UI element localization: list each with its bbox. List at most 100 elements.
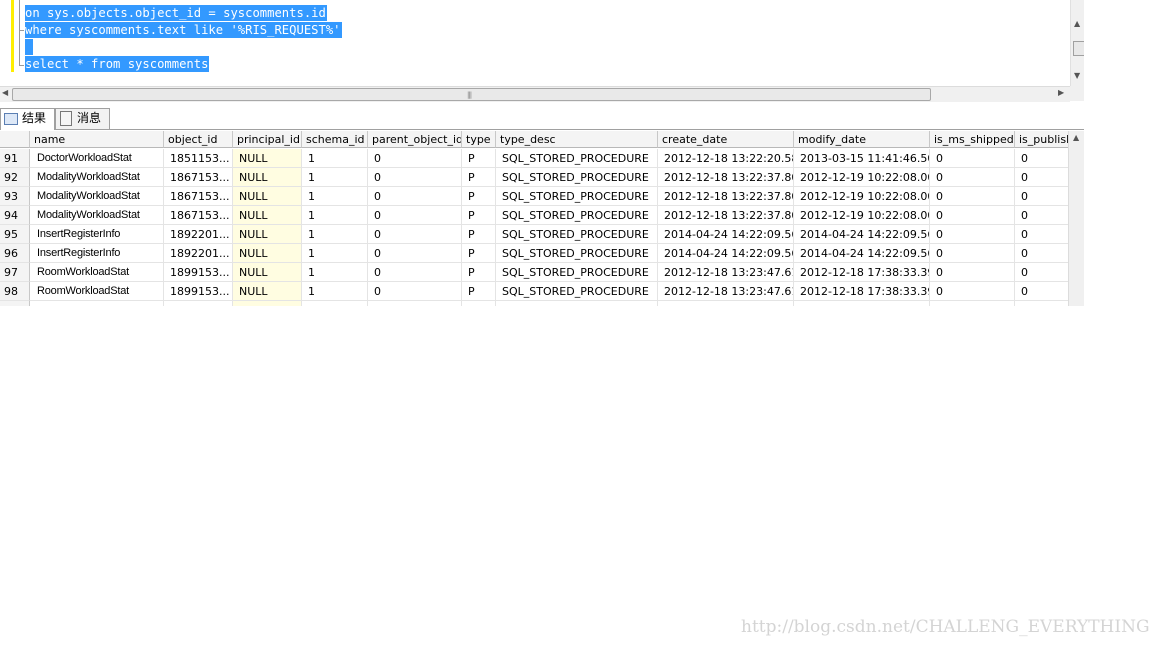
cell-type-desc[interactable]: SQL_STORED_PROCEDURE [496, 263, 658, 282]
cell-create-date[interactable]: 2014-04-24 14:22:09.560 [658, 244, 794, 263]
cell-create-date[interactable]: 2012-12-18 13:22:20.583 [658, 149, 794, 168]
scroll-down-arrow-icon[interactable]: ▼ [1074, 71, 1080, 80]
row-number[interactable]: 91 [0, 149, 30, 168]
cell-modify-date[interactable]: 2014-04-24 14:22:09.560 [794, 244, 930, 263]
cell-modify-date[interactable]: 2012-12-19 10:22:08.003 [794, 206, 930, 225]
cell-modify-date[interactable]: 2012-12-19 10:22:08.003 [794, 187, 930, 206]
cell-principal-id[interactable]: NULL [233, 263, 302, 282]
cell-schema-id[interactable]: 1 [302, 282, 368, 301]
cell-create-date[interactable]: 2012-12-18 13:22:37.807 [658, 187, 794, 206]
code-line[interactable]: select * from syscomments [25, 56, 210, 72]
grid-vertical-scrollbar[interactable]: ▲ [1068, 131, 1084, 306]
table-row[interactable]: 92 ModalityWorkloadStat 1867153... NULL 1 0 P S… [0, 168, 1075, 187]
cell-name[interactable]: RoomWorkloadStat [30, 282, 164, 301]
row-number[interactable] [0, 301, 30, 306]
cell-create-date[interactable] [658, 301, 794, 306]
cell-parent-object-id[interactable]: 0 [368, 187, 462, 206]
table-row[interactable]: 94 ModalityWorkloadStat 1867153... NULL 1 0 P S… [0, 206, 1075, 225]
cell-object-id[interactable]: 1867153... [164, 206, 233, 225]
cell-is-ms-shipped[interactable]: 0 [930, 187, 1015, 206]
cell-is-published[interactable]: 0 [1015, 149, 1075, 168]
cell-type-desc[interactable]: SQL_STORED_PROCEDURE [496, 225, 658, 244]
results-grid[interactable]: name object_id principal_id schema_id parent… [0, 131, 1084, 306]
cell-create-date[interactable]: 2012-12-18 13:22:37.807 [658, 168, 794, 187]
code-line[interactable]: where syscomments.text like '%RIS_REQUES… [25, 22, 342, 38]
cell-type[interactable]: P [462, 187, 496, 206]
cell-is-published[interactable]: 0 [1015, 206, 1075, 225]
cell-principal-id[interactable]: NULL [233, 282, 302, 301]
cell-type[interactable] [462, 301, 496, 306]
cell-is-ms-shipped[interactable]: 0 [930, 206, 1015, 225]
row-number[interactable]: 95 [0, 225, 30, 244]
cell-type-desc[interactable]: SQL_STORED_PROCEDURE [496, 282, 658, 301]
column-header-object-id[interactable]: object_id [164, 131, 233, 148]
cell-principal-id[interactable]: NULL [233, 206, 302, 225]
cell-principal-id[interactable] [233, 301, 302, 306]
cell-schema-id[interactable] [302, 301, 368, 306]
grid-corner-header[interactable] [0, 131, 30, 148]
cell-modify-date[interactable] [794, 301, 930, 306]
cell-is-ms-shipped[interactable]: 0 [930, 168, 1015, 187]
cell-type[interactable]: P [462, 168, 496, 187]
cell-type-desc[interactable]: SQL_STORED_PROCEDURE [496, 244, 658, 263]
cell-parent-object-id[interactable]: 0 [368, 244, 462, 263]
cell-type-desc[interactable] [496, 301, 658, 306]
column-header-principal-id[interactable]: principal_id [233, 131, 302, 148]
column-header-is-ms-shipped[interactable]: is_ms_shipped [930, 131, 1015, 148]
table-row[interactable]: 96 InsertRegisterInfo 1892201... NULL 1 0 P SQL… [0, 244, 1075, 263]
cell-schema-id[interactable]: 1 [302, 168, 368, 187]
cell-is-ms-shipped[interactable]: 0 [930, 282, 1015, 301]
cell-type[interactable]: P [462, 244, 496, 263]
cell-parent-object-id[interactable] [368, 301, 462, 306]
cell-principal-id[interactable]: NULL [233, 149, 302, 168]
cell-is-published[interactable]: 0 [1015, 168, 1075, 187]
code-line[interactable]: on sys.objects.object_id = syscomments.i… [25, 5, 327, 21]
row-number[interactable]: 98 [0, 282, 30, 301]
cell-name[interactable]: InsertRegisterInfo [30, 244, 164, 263]
row-number[interactable]: 92 [0, 168, 30, 187]
cell-schema-id[interactable]: 1 [302, 187, 368, 206]
cell-name[interactable]: InsertRegisterInfo [30, 225, 164, 244]
cell-name[interactable]: DoctorWorkloadStat [30, 149, 164, 168]
cell-is-ms-shipped[interactable]: 0 [930, 225, 1015, 244]
table-row[interactable]: 97 RoomWorkloadStat 1899153... NULL 1 0 P SQL_S… [0, 263, 1075, 282]
column-header-type-desc[interactable]: type_desc [496, 131, 658, 148]
cell-parent-object-id[interactable]: 0 [368, 282, 462, 301]
column-header-modify-date[interactable]: modify_date [794, 131, 930, 148]
table-row[interactable]: 98 RoomWorkloadStat 1899153... NULL 1 0 P SQL_S… [0, 282, 1075, 301]
cell-principal-id[interactable]: NULL [233, 244, 302, 263]
cell-schema-id[interactable]: 1 [302, 225, 368, 244]
cell-create-date[interactable]: 2014-04-24 14:22:09.560 [658, 225, 794, 244]
table-row-partial[interactable] [0, 301, 1075, 306]
cell-modify-date[interactable]: 2013-03-15 11:41:46.500 [794, 149, 930, 168]
tab-results[interactable]: 结果 [0, 108, 55, 130]
cell-object-id[interactable]: 1899153... [164, 282, 233, 301]
cell-type-desc[interactable]: SQL_STORED_PROCEDURE [496, 168, 658, 187]
cell-create-date[interactable]: 2012-12-18 13:22:37.807 [658, 206, 794, 225]
cell-schema-id[interactable]: 1 [302, 206, 368, 225]
table-row[interactable]: 93 ModalityWorkloadStat 1867153... NULL 1 0 P S… [0, 187, 1075, 206]
cell-modify-date[interactable]: 2012-12-18 17:38:33.393 [794, 282, 930, 301]
row-number[interactable]: 94 [0, 206, 30, 225]
cell-is-published[interactable]: 0 [1015, 244, 1075, 263]
cell-is-published[interactable]: 0 [1015, 225, 1075, 244]
cell-name[interactable]: RoomWorkloadStat [30, 263, 164, 282]
cell-name[interactable]: ModalityWorkloadStat [30, 187, 164, 206]
column-header-type[interactable]: type [462, 131, 496, 148]
cell-type-desc[interactable]: SQL_STORED_PROCEDURE [496, 206, 658, 225]
table-row[interactable]: 95 InsertRegisterInfo 1892201... NULL 1 0 P SQL… [0, 225, 1075, 244]
cell-is-ms-shipped[interactable]: 0 [930, 244, 1015, 263]
cell-type[interactable]: P [462, 282, 496, 301]
cell-parent-object-id[interactable]: 0 [368, 225, 462, 244]
cell-object-id[interactable]: 1851153... [164, 149, 233, 168]
code-line[interactable] [25, 39, 34, 55]
cell-principal-id[interactable]: NULL [233, 225, 302, 244]
cell-create-date[interactable]: 2012-12-18 13:23:47.617 [658, 282, 794, 301]
cell-type[interactable]: P [462, 206, 496, 225]
cell-object-id[interactable]: 1892201... [164, 225, 233, 244]
cell-object-id[interactable]: 1867153... [164, 168, 233, 187]
cell-name[interactable] [30, 301, 164, 306]
scroll-left-arrow-icon[interactable]: ◀ [2, 88, 8, 97]
scroll-up-arrow-icon[interactable]: ▲ [1073, 133, 1079, 142]
cell-parent-object-id[interactable]: 0 [368, 168, 462, 187]
